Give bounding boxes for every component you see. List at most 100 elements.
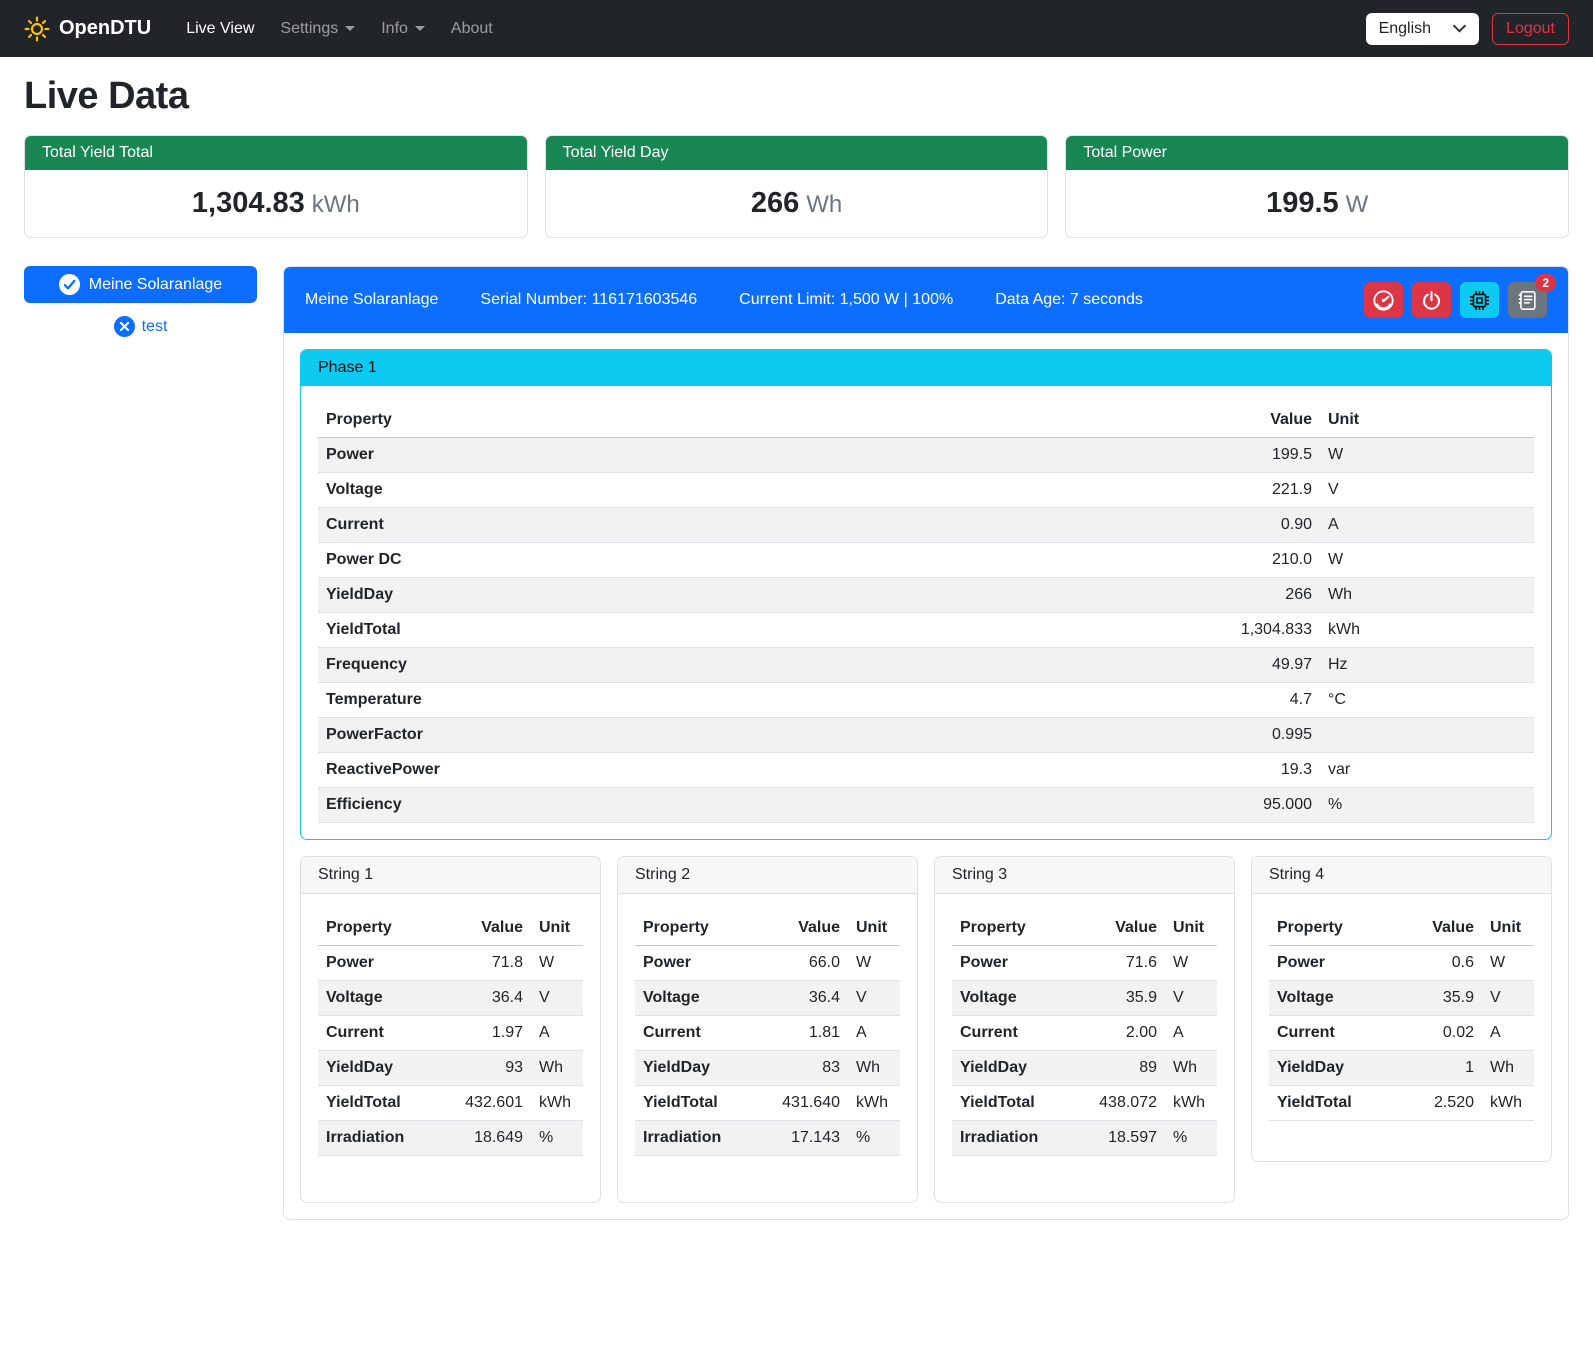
limit-settings-button[interactable] (1364, 282, 1403, 318)
column-header: Value (1408, 911, 1482, 946)
value-cell: 431.640 (774, 1086, 848, 1121)
card-unit: kWh (312, 191, 360, 218)
unit-cell: % (848, 1121, 900, 1156)
value-cell: 49.97 (1200, 648, 1320, 683)
table-row: Current0.02A (1269, 1016, 1534, 1051)
table-row: YieldTotal431.640kWh (635, 1086, 900, 1121)
value-cell: 266 (1200, 578, 1320, 613)
property-cell: YieldTotal (318, 1086, 457, 1121)
speedometer-icon (1372, 289, 1395, 312)
property-cell: YieldDay (635, 1051, 774, 1086)
card-value-area: 266Wh (546, 170, 1048, 237)
table-header-row: Property Value Unit (952, 911, 1217, 946)
property-cell: Voltage (1269, 981, 1408, 1016)
value-cell: 89 (1091, 1051, 1165, 1086)
nav-links: Live View Settings Info About (173, 12, 1365, 46)
device-info-button[interactable] (1460, 282, 1499, 318)
value-cell: 71.8 (457, 946, 531, 981)
value-cell: 221.9 (1200, 473, 1320, 508)
unit-cell: var (1320, 753, 1534, 788)
power-button[interactable] (1412, 282, 1451, 318)
value-cell: 95.000 (1200, 788, 1320, 823)
unit-cell: Wh (1165, 1051, 1217, 1086)
table-row: Temperature4.7°C (318, 683, 1534, 718)
card-title: Total Yield Day (546, 136, 1048, 170)
unit-cell: A (1482, 1016, 1534, 1051)
table-row: Irradiation18.649% (318, 1121, 583, 1156)
string-4-panel: String 4 Property Value Unit (1251, 856, 1552, 1162)
card-value-area: 1,304.83kWh (25, 170, 527, 237)
value-cell: 2.00 (1091, 1016, 1165, 1051)
table-header-row: Property Value Unit (635, 911, 900, 946)
column-header: Unit (1320, 403, 1534, 438)
unit-cell: Wh (848, 1051, 900, 1086)
inverter-toggle-test[interactable]: test (24, 316, 257, 337)
unit-cell: V (531, 981, 583, 1016)
table-header-row: Property Value Unit (1269, 911, 1534, 946)
table-row: Current1.97A (318, 1016, 583, 1051)
unit-cell: W (1482, 946, 1534, 981)
brand[interactable]: OpenDTU (24, 16, 151, 42)
nav-right: English Logout (1366, 13, 1569, 45)
page-container: Live Data Total Yield Total 1,304.83kWh … (0, 75, 1593, 1246)
property-cell: YieldDay (318, 578, 1200, 613)
phase-table-wrapper: Property Value Unit Power199.5WVoltage22… (301, 386, 1551, 839)
language-select[interactable]: English (1366, 13, 1479, 45)
string-3-panel: String 3 Property Value Unit (934, 856, 1235, 1203)
inverter-select-label: Meine Solaranlage (89, 276, 222, 294)
string-1-panel: String 1 Property Value Unit (300, 856, 601, 1203)
unit-cell: kWh (1165, 1086, 1217, 1121)
column-header: Value (774, 911, 848, 946)
phase-panel-title: Phase 1 (301, 350, 1551, 386)
sun-logo-icon (24, 16, 50, 42)
event-log-button[interactable]: 2 (1508, 282, 1547, 318)
table-row: ReactivePower19.3var (318, 753, 1534, 788)
inverter-select-button[interactable]: Meine Solaranlage (24, 266, 257, 303)
chevron-down-icon (345, 26, 355, 31)
value-cell: 0.90 (1200, 508, 1320, 543)
unit-cell: Wh (1320, 578, 1534, 613)
property-cell: Power (318, 946, 457, 981)
nav-item-label: About (451, 20, 493, 38)
nav-item-info[interactable]: Info (368, 12, 438, 46)
table-row: Frequency49.97Hz (318, 648, 1534, 683)
value-cell: 93 (457, 1051, 531, 1086)
value-cell: 0.02 (1408, 1016, 1482, 1051)
table-row: Current0.90A (318, 508, 1534, 543)
unit-cell: V (1482, 981, 1534, 1016)
table-row: PowerFactor0.995 (318, 718, 1534, 753)
nav-item-live-view[interactable]: Live View (173, 12, 267, 46)
unit-cell: A (531, 1016, 583, 1051)
value-cell: 1 (1408, 1051, 1482, 1086)
table-row: Power66.0W (635, 946, 900, 981)
value-cell: 199.5 (1200, 438, 1320, 473)
nav-item-settings[interactable]: Settings (267, 12, 368, 46)
unit-cell: A (848, 1016, 900, 1051)
unit-cell (1320, 718, 1534, 753)
value-cell: 36.4 (774, 981, 848, 1016)
main-row: Meine Solaranlage test Meine Solaranlage… (24, 266, 1569, 1220)
nav-item-about[interactable]: About (438, 12, 506, 46)
property-cell: ReactivePower (318, 753, 1200, 788)
property-cell: Current (318, 508, 1200, 543)
nav-item-label: Settings (280, 20, 338, 38)
check-circle-icon (59, 274, 80, 295)
logout-button[interactable]: Logout (1492, 13, 1569, 45)
table-header-row: Property Value Unit (318, 403, 1534, 438)
total-power-card: Total Power 199.5W (1065, 135, 1569, 238)
table-row: Power DC210.0W (318, 543, 1534, 578)
value-cell: 0.6 (1408, 946, 1482, 981)
table-row: Irradiation17.143% (635, 1121, 900, 1156)
cpu-icon (1469, 290, 1490, 311)
unit-cell: kWh (531, 1086, 583, 1121)
table-row: YieldTotal2.520kWh (1269, 1086, 1534, 1121)
value-cell: 4.7 (1200, 683, 1320, 718)
property-cell: Voltage (635, 981, 774, 1016)
table-row: Power71.6W (952, 946, 1217, 981)
power-icon (1421, 290, 1442, 311)
property-cell: Efficiency (318, 788, 1200, 823)
string-table-wrapper: Property Value Unit Power0.6WVoltage35.9… (1252, 894, 1551, 1161)
value-cell: 36.4 (457, 981, 531, 1016)
unit-cell: °C (1320, 683, 1534, 718)
property-cell: YieldDay (952, 1051, 1091, 1086)
